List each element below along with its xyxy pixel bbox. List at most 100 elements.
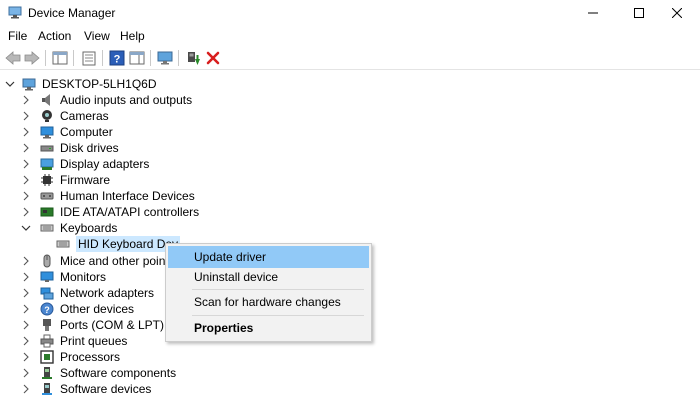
tree-item-software-devices[interactable]: Software devices [20, 381, 151, 397]
menu-bar: File Action View Help [0, 26, 700, 46]
back-arrow-icon [5, 51, 21, 65]
title-bar[interactable]: Device Manager [0, 0, 700, 26]
properties-button[interactable] [80, 49, 98, 67]
tree-item-label: Keyboards [60, 221, 118, 235]
tree-item-disk-drives[interactable]: Disk drives [20, 140, 119, 156]
context-menu-update-driver[interactable]: Update driver [168, 246, 369, 268]
toolbar: ? [0, 47, 700, 70]
device-manager-app-icon [8, 6, 22, 19]
menu-action[interactable]: Action [38, 29, 71, 43]
tree-item-label: Disk drives [60, 141, 119, 155]
toolbar-separator [73, 50, 74, 66]
ide-controller-icon [40, 205, 54, 219]
tree-item-hid[interactable]: Human Interface Devices [20, 188, 195, 204]
tree-item-label: Monitors [60, 270, 107, 284]
context-menu-item-label: Properties [194, 321, 254, 335]
uninstall-button[interactable] [204, 49, 222, 67]
minimize-button[interactable] [570, 0, 616, 26]
tree-item-mice[interactable]: Mice and other pointi [20, 253, 171, 269]
firmware-chip-icon [40, 173, 54, 187]
uninstall-x-icon [206, 51, 220, 65]
properties-sheet-icon [82, 51, 96, 65]
chevron-right-icon[interactable] [20, 349, 32, 365]
toolbar-separator [178, 50, 179, 66]
show-hide-tree-button[interactable] [51, 49, 69, 67]
chevron-right-icon[interactable] [20, 92, 32, 108]
tree-item-label: Cameras [60, 109, 109, 123]
toolbar-separator [102, 50, 103, 66]
tree-item-hid-keyboard-device[interactable]: HID Keyboard Dev [56, 236, 181, 252]
tree-item-other-devices[interactable]: ? Other devices [20, 301, 134, 317]
chevron-right-icon[interactable] [20, 204, 32, 220]
close-button[interactable] [654, 0, 700, 26]
disk-drive-icon [40, 141, 54, 155]
tree-item-label: Human Interface Devices [60, 189, 195, 203]
software-device-icon [40, 382, 54, 396]
menu-file[interactable]: File [8, 29, 27, 43]
maximize-icon [634, 8, 644, 18]
tree-item-cameras[interactable]: Cameras [20, 108, 109, 124]
chevron-right-icon[interactable] [20, 140, 32, 156]
menu-help[interactable]: Help [120, 29, 145, 43]
device-tree[interactable]: DESKTOP-5LH1Q6D Audio inputs and outputs… [0, 70, 700, 400]
chevron-right-icon[interactable] [20, 253, 32, 269]
update-driver-button[interactable] [184, 49, 202, 67]
unknown-device-icon: ? [40, 302, 54, 316]
tree-root[interactable]: DESKTOP-5LH1Q6D [4, 76, 157, 92]
chevron-down-icon[interactable] [4, 76, 16, 92]
tree-item-monitors[interactable]: Monitors [20, 269, 106, 285]
tree-item-label: Audio inputs and outputs [60, 93, 193, 107]
keyboard-icon [56, 237, 70, 251]
tree-item-firmware[interactable]: Firmware [20, 172, 110, 188]
chevron-right-icon[interactable] [20, 333, 32, 349]
back-button[interactable] [4, 49, 22, 67]
computer-icon [40, 125, 54, 139]
action-pane-button[interactable] [128, 49, 146, 67]
tree-item-ide-controllers[interactable]: IDE ATA/ATAPI controllers [20, 204, 199, 220]
keyboard-icon [40, 221, 54, 235]
camera-icon [40, 109, 54, 123]
menu-view[interactable]: View [84, 29, 110, 43]
forward-button[interactable] [23, 49, 41, 67]
tree-item-label: Computer [60, 125, 113, 139]
forward-arrow-icon [24, 51, 40, 65]
context-menu-properties[interactable]: Properties [168, 317, 369, 339]
tree-item-label: Ports (COM & LPT) [60, 318, 165, 332]
chevron-right-icon[interactable] [20, 381, 32, 397]
tree-item-computer[interactable]: Computer [20, 124, 113, 140]
tree-item-keyboards[interactable]: Keyboards [20, 220, 117, 236]
tree-item-processors[interactable]: Processors [20, 349, 120, 365]
toolbar-separator [45, 50, 46, 66]
context-menu-scan-hardware[interactable]: Scan for hardware changes [168, 291, 369, 313]
chevron-down-icon[interactable] [20, 220, 32, 236]
close-icon [672, 8, 682, 18]
tree-item-display-adapters[interactable]: Display adapters [20, 156, 149, 172]
tree-item-software-components[interactable]: Software components [20, 365, 176, 381]
tree-item-print-queues[interactable]: Print queues [20, 333, 127, 349]
context-menu-uninstall-device[interactable]: Uninstall device [168, 266, 369, 288]
chevron-right-icon[interactable] [20, 156, 32, 172]
chevron-right-icon[interactable] [20, 188, 32, 204]
toolbar-separator [150, 50, 151, 66]
tree-item-label: Display adapters [60, 157, 150, 171]
tree-item-ports[interactable]: Ports (COM & LPT) [20, 317, 164, 333]
chevron-right-icon[interactable] [20, 301, 32, 317]
chevron-right-icon[interactable] [20, 108, 32, 124]
chevron-right-icon[interactable] [20, 269, 32, 285]
port-icon [40, 318, 54, 332]
scan-hardware-button[interactable] [156, 49, 174, 67]
tree-item-label: IDE ATA/ATAPI controllers [60, 205, 200, 219]
scan-monitor-icon [157, 51, 173, 64]
chevron-right-icon[interactable] [20, 317, 32, 333]
tree-item-network-adapters[interactable]: Network adapters [20, 285, 154, 301]
help-button[interactable]: ? [108, 49, 126, 67]
update-driver-icon [188, 52, 200, 65]
chevron-right-icon[interactable] [20, 365, 32, 381]
chevron-right-icon[interactable] [20, 172, 32, 188]
tree-item-audio[interactable]: Audio inputs and outputs [20, 92, 192, 108]
tree-item-label: Processors [60, 350, 121, 364]
chevron-right-icon[interactable] [20, 124, 32, 140]
show-hide-tree-icon [52, 51, 68, 65]
chevron-right-icon[interactable] [20, 285, 32, 301]
context-menu-item-label: Update driver [194, 250, 267, 264]
